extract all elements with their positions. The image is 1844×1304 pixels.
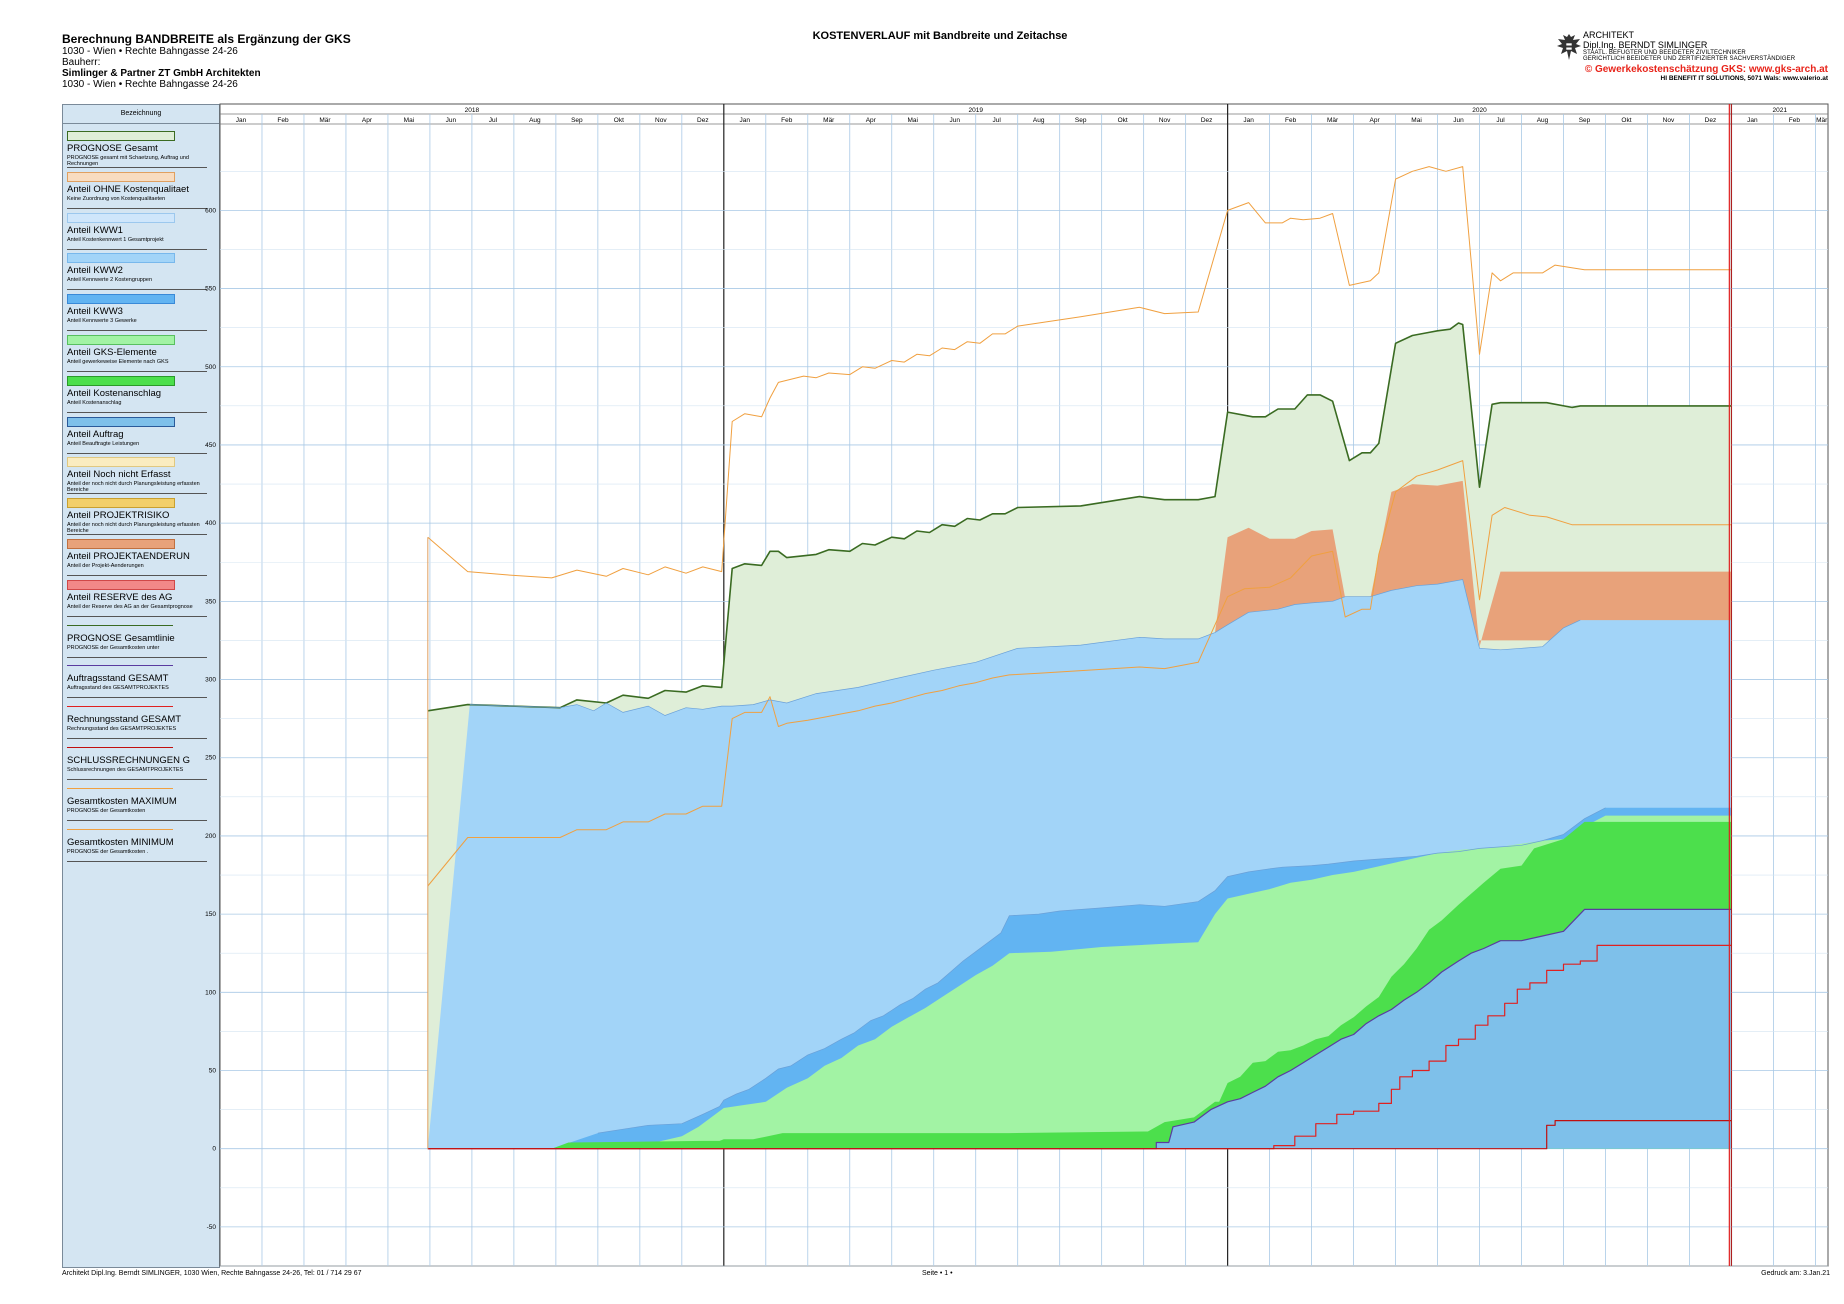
y-tick-label: 250: [205, 755, 216, 762]
month-label: Feb: [1285, 117, 1297, 124]
y-tick-label: 450: [205, 442, 216, 449]
y-tick-label: 350: [205, 598, 216, 605]
year-label: 2019: [968, 107, 983, 114]
month-label: Feb: [781, 117, 793, 124]
year-label: 2020: [1472, 107, 1487, 114]
month-label: Mär: [319, 117, 331, 124]
month-label: Okt: [1118, 117, 1128, 124]
month-label: Dez: [1201, 117, 1213, 124]
y-tick-label: -50: [207, 1224, 217, 1231]
month-label: Jan: [236, 117, 247, 124]
month-label: Jul: [993, 117, 1002, 124]
month-label: Nov: [1159, 117, 1171, 124]
month-label: Apr: [866, 117, 877, 124]
month-label: Jul: [489, 117, 498, 124]
y-tick-label: 100: [205, 989, 216, 996]
month-label: Aug: [529, 117, 541, 124]
footer-print-date: Gedruck am: 3.Jan.21: [1761, 1270, 1830, 1277]
month-label: Mär: [1816, 117, 1828, 124]
y-tick-label: 550: [205, 286, 216, 293]
month-label: Nov: [1663, 117, 1675, 124]
month-label: Aug: [1033, 117, 1045, 124]
y-tick-label: 150: [205, 911, 216, 918]
month-label: Sep: [571, 117, 583, 124]
month-label: Jun: [949, 117, 960, 124]
month-label: Okt: [614, 117, 624, 124]
month-label: Sep: [1579, 117, 1591, 124]
month-label: Mai: [907, 117, 917, 124]
month-label: Sep: [1075, 117, 1087, 124]
y-tick-label: 500: [205, 364, 216, 371]
month-label: Feb: [1789, 117, 1801, 124]
month-label: Okt: [1621, 117, 1631, 124]
y-tick-label: 0: [212, 1146, 216, 1153]
month-label: Dez: [1705, 117, 1717, 124]
month-label: Jul: [1496, 117, 1505, 124]
month-label: Mai: [404, 117, 414, 124]
month-label: Aug: [1537, 117, 1549, 124]
y-tick-label: 200: [205, 833, 216, 840]
month-label: Dez: [697, 117, 709, 124]
month-label: Apr: [362, 117, 373, 124]
footer-address: Architekt Dipl.Ing. Berndt SIMLINGER, 10…: [62, 1270, 362, 1277]
month-label: Jan: [740, 117, 751, 124]
year-label: 2018: [465, 107, 480, 114]
y-tick-label: 600: [205, 207, 216, 214]
month-label: Apr: [1370, 117, 1381, 124]
month-label: Feb: [277, 117, 289, 124]
month-label: Mär: [1327, 117, 1339, 124]
month-label: Jun: [446, 117, 457, 124]
footer-page: Seite • 1 •: [922, 1270, 953, 1277]
y-tick-label: 50: [209, 1068, 217, 1075]
month-label: Mär: [823, 117, 835, 124]
month-label: Mai: [1411, 117, 1421, 124]
month-label: Jan: [1243, 117, 1254, 124]
month-label: Jan: [1747, 117, 1758, 124]
month-label: Jun: [1453, 117, 1464, 124]
y-tick-label: 300: [205, 677, 216, 684]
month-label: Nov: [655, 117, 667, 124]
y-tick-label: 400: [205, 520, 216, 527]
year-label: 2021: [1772, 107, 1787, 114]
cost-chart: Jan Feb Mär Apr Mai Jun Jul Aug Sep Okt Nov Dez Jan F…: [205, 103, 1829, 1267]
